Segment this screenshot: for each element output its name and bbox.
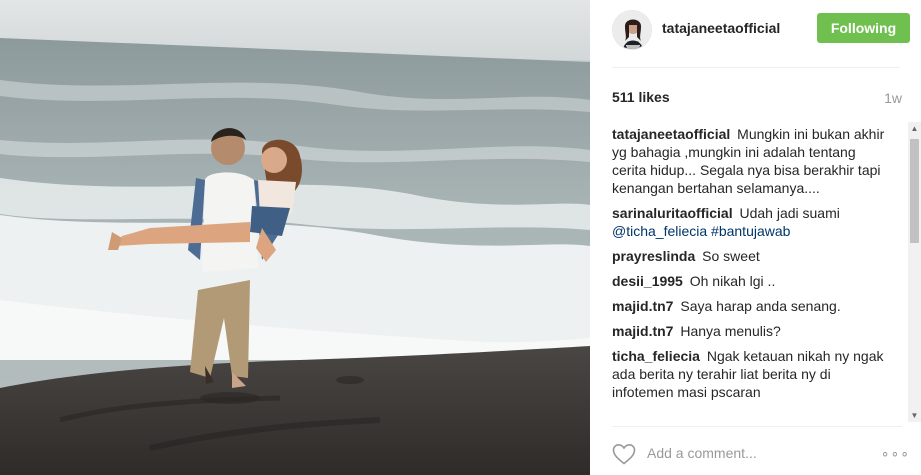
comment-username[interactable]: ticha_feliecia <box>612 348 700 364</box>
comment-text: Saya harap anda senang. <box>680 298 841 314</box>
list-item: ticha_feliecia Ngak ketauan nikah ny nga… <box>612 347 888 401</box>
comment-text: So sweet <box>702 248 760 264</box>
add-comment-bar: ∘∘∘ <box>612 426 909 475</box>
comment-input[interactable] <box>647 441 857 465</box>
comment-text: Oh nikah lgi .. <box>689 273 776 289</box>
more-options-icon[interactable]: ∘∘∘ <box>881 445 910 462</box>
post-username[interactable]: tatajaneetaofficial <box>662 20 780 36</box>
scrollbar-thumb[interactable] <box>910 139 919 243</box>
post-photo[interactable] <box>0 0 590 475</box>
beach-couple-image <box>0 0 590 475</box>
avatar-image <box>613 11 651 49</box>
comments-list[interactable]: tatajaneetaofficial Mungkin ini bukan ak… <box>612 125 888 420</box>
heart-icon[interactable] <box>612 443 636 465</box>
likes-count[interactable]: 511 likes <box>612 89 670 105</box>
comments-scrollbar[interactable]: ▲ ▼ <box>908 122 921 422</box>
comment-username[interactable]: majid.tn7 <box>612 298 673 314</box>
scroll-up-arrow-icon[interactable]: ▲ <box>908 122 921 135</box>
post-header: tatajaneetaofficial Following <box>612 8 910 68</box>
comment-username[interactable]: prayreslinda <box>612 248 695 264</box>
comment-username[interactable]: tatajaneetaofficial <box>612 126 730 142</box>
post-sidebar: tatajaneetaofficial Following 511 likes … <box>590 0 921 475</box>
list-item: sarinaluritaofficial Udah jadi suami @ti… <box>612 204 888 240</box>
comment-text: Udah jadi suami <box>739 205 840 221</box>
list-item: majid.tn7 Saya harap anda senang. <box>612 297 888 315</box>
scroll-down-arrow-icon[interactable]: ▼ <box>908 409 921 422</box>
following-button[interactable]: Following <box>817 13 910 43</box>
comment-username[interactable]: sarinaluritaofficial <box>612 205 733 221</box>
avatar[interactable] <box>612 10 652 50</box>
comment-username[interactable]: majid.tn7 <box>612 323 673 339</box>
comment-text: Hanya menulis? <box>680 323 781 339</box>
likes-row: 511 likes 1w <box>612 89 902 109</box>
list-item: majid.tn7 Hanya menulis? <box>612 322 888 340</box>
comment-username[interactable]: desii_1995 <box>612 273 683 289</box>
comment-mention-link[interactable]: @ticha_feliecia #bantujawab <box>612 223 790 239</box>
list-item: desii_1995 Oh nikah lgi .. <box>612 272 888 290</box>
list-item: prayreslinda So sweet <box>612 247 888 265</box>
list-item: tatajaneetaofficial Mungkin ini bukan ak… <box>612 125 888 197</box>
post-time[interactable]: 1w <box>884 90 902 106</box>
